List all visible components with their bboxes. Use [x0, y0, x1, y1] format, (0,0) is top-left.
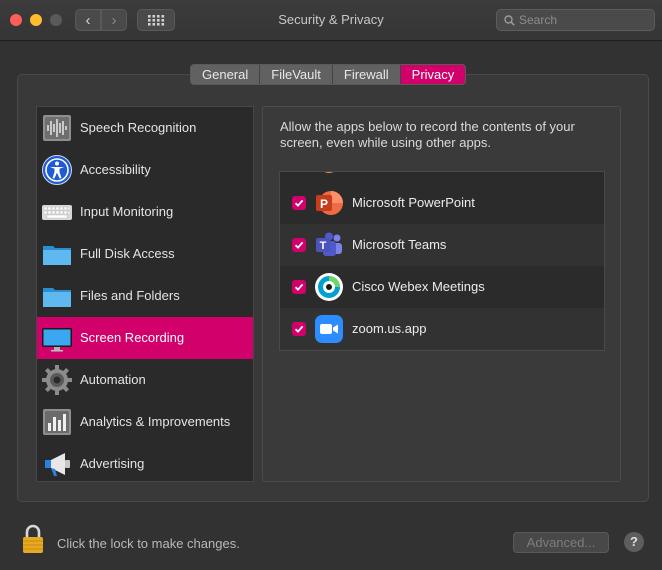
privacy-category-list[interactable]: Speech Recognition Accessibility Input M…	[36, 106, 254, 482]
sidebar-item-label: Files and Folders	[80, 288, 180, 303]
sidebar-item-analytics-improvements[interactable]: Analytics & Improvements	[37, 401, 253, 443]
sidebar-item-label: Speech Recognition	[80, 120, 197, 135]
sidebar-item-label: Advertising	[80, 456, 145, 471]
app-name: Microsoft PowerPoint	[352, 195, 475, 210]
sidebar-item-automation[interactable]: Automation	[37, 359, 253, 401]
sidebar-item-label: Input Monitoring	[80, 204, 174, 219]
svg-text:T: T	[320, 240, 327, 252]
chart-icon	[43, 409, 71, 435]
sidebar-item-label: Accessibility	[80, 162, 151, 177]
sidebar-item-speech-recognition[interactable]: Speech Recognition	[37, 107, 253, 149]
teams-icon: T	[316, 232, 342, 256]
tab-general[interactable]: General	[191, 65, 261, 84]
webex-icon	[315, 273, 343, 301]
checkmark-icon	[294, 325, 304, 333]
tab-firewall[interactable]: Firewall	[332, 65, 401, 84]
sidebar-item-advertising[interactable]: Advertising	[37, 443, 253, 481]
advanced-button[interactable]: Advanced...	[513, 532, 609, 553]
list-item-powerpoint[interactable]: P Microsoft PowerPoint	[280, 182, 604, 224]
lock-icon[interactable]	[21, 524, 45, 554]
accessibility-icon	[42, 155, 72, 185]
folder-icon	[43, 288, 71, 307]
search-placeholder: Search	[519, 13, 558, 27]
app-name: Microsoft Teams	[352, 237, 447, 252]
help-button[interactable]: ?	[624, 532, 644, 552]
sidebar-item-files-and-folders[interactable]: Files and Folders	[37, 275, 253, 317]
privacy-description: Allow the apps below to record the conte…	[280, 119, 575, 150]
checkbox[interactable]	[292, 322, 306, 336]
sidebar-item-accessibility[interactable]: Accessibility	[37, 149, 253, 191]
keyboard-icon	[42, 205, 72, 220]
sidebar-item-input-monitoring[interactable]: Input Monitoring	[37, 191, 253, 233]
list-item-webex[interactable]: Cisco Webex Meetings	[280, 266, 604, 308]
sidebar-item-label: Analytics & Improvements	[80, 414, 231, 429]
sidebar-item-label: Screen Recording	[80, 330, 185, 345]
powerpoint-icon: P	[316, 191, 343, 215]
app-permission-list[interactable]: P Microsoft PowerPoint T Microsoft Teams	[279, 171, 605, 351]
checkbox[interactable]	[292, 238, 306, 252]
display-icon	[42, 328, 72, 352]
list-item-zoom[interactable]: zoom.us.app	[280, 308, 604, 350]
zoom-icon	[315, 315, 343, 343]
megaphone-icon	[45, 453, 70, 476]
waveform-icon	[43, 115, 71, 141]
search-icon	[504, 15, 515, 26]
checkmark-icon	[294, 199, 304, 207]
app-name: zoom.us.app	[352, 321, 427, 336]
gear-icon	[42, 365, 72, 395]
sidebar-item-label: Full Disk Access	[80, 246, 175, 261]
list-item-teams[interactable]: T Microsoft Teams	[280, 224, 604, 266]
search-field[interactable]: Search	[496, 9, 655, 31]
checkbox[interactable]	[292, 280, 306, 294]
app-name: Cisco Webex Meetings	[352, 279, 485, 294]
tab-bar: General FileVault Firewall Privacy	[190, 64, 467, 85]
folder-icon	[43, 246, 71, 265]
checkmark-icon	[294, 283, 304, 291]
svg-text:P: P	[320, 197, 328, 211]
tab-filevault[interactable]: FileVault	[260, 65, 333, 84]
sidebar-item-label: Automation	[80, 372, 146, 387]
checkmark-icon	[294, 241, 304, 249]
title-bar: ‹ › Security & Privacy Search	[0, 0, 662, 41]
tab-privacy[interactable]: Privacy	[400, 65, 466, 84]
sidebar-item-screen-recording[interactable]: Screen Recording	[37, 317, 253, 359]
sidebar-item-full-disk-access[interactable]: Full Disk Access	[37, 233, 253, 275]
checkbox[interactable]	[292, 196, 306, 210]
lock-hint: Click the lock to make changes.	[57, 536, 240, 551]
app-icon-partial	[324, 172, 334, 173]
